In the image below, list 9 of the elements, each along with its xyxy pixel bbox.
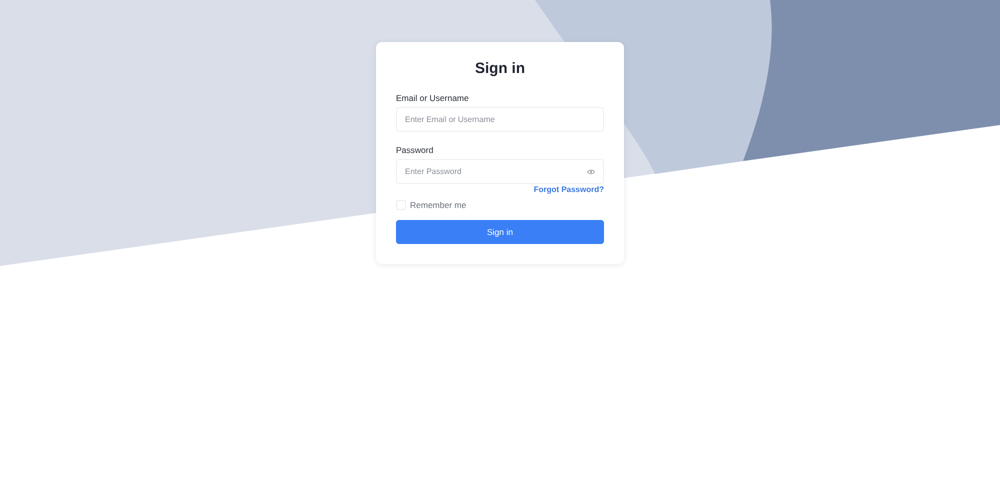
field-label: Password xyxy=(396,145,434,155)
field-label: Email or Username xyxy=(396,93,470,103)
eye-icon[interactable] xyxy=(587,168,595,174)
forgot-password-link[interactable]: Forgot Password? xyxy=(534,185,604,194)
password-field[interactable]: Enter Password xyxy=(396,159,604,184)
remember-label: Remember me xyxy=(410,200,466,210)
input-field[interactable]: Enter Email or Username xyxy=(396,107,604,132)
sign-in-button[interactable]: Sign in xyxy=(396,220,604,244)
form-title: Sign in xyxy=(474,60,526,77)
